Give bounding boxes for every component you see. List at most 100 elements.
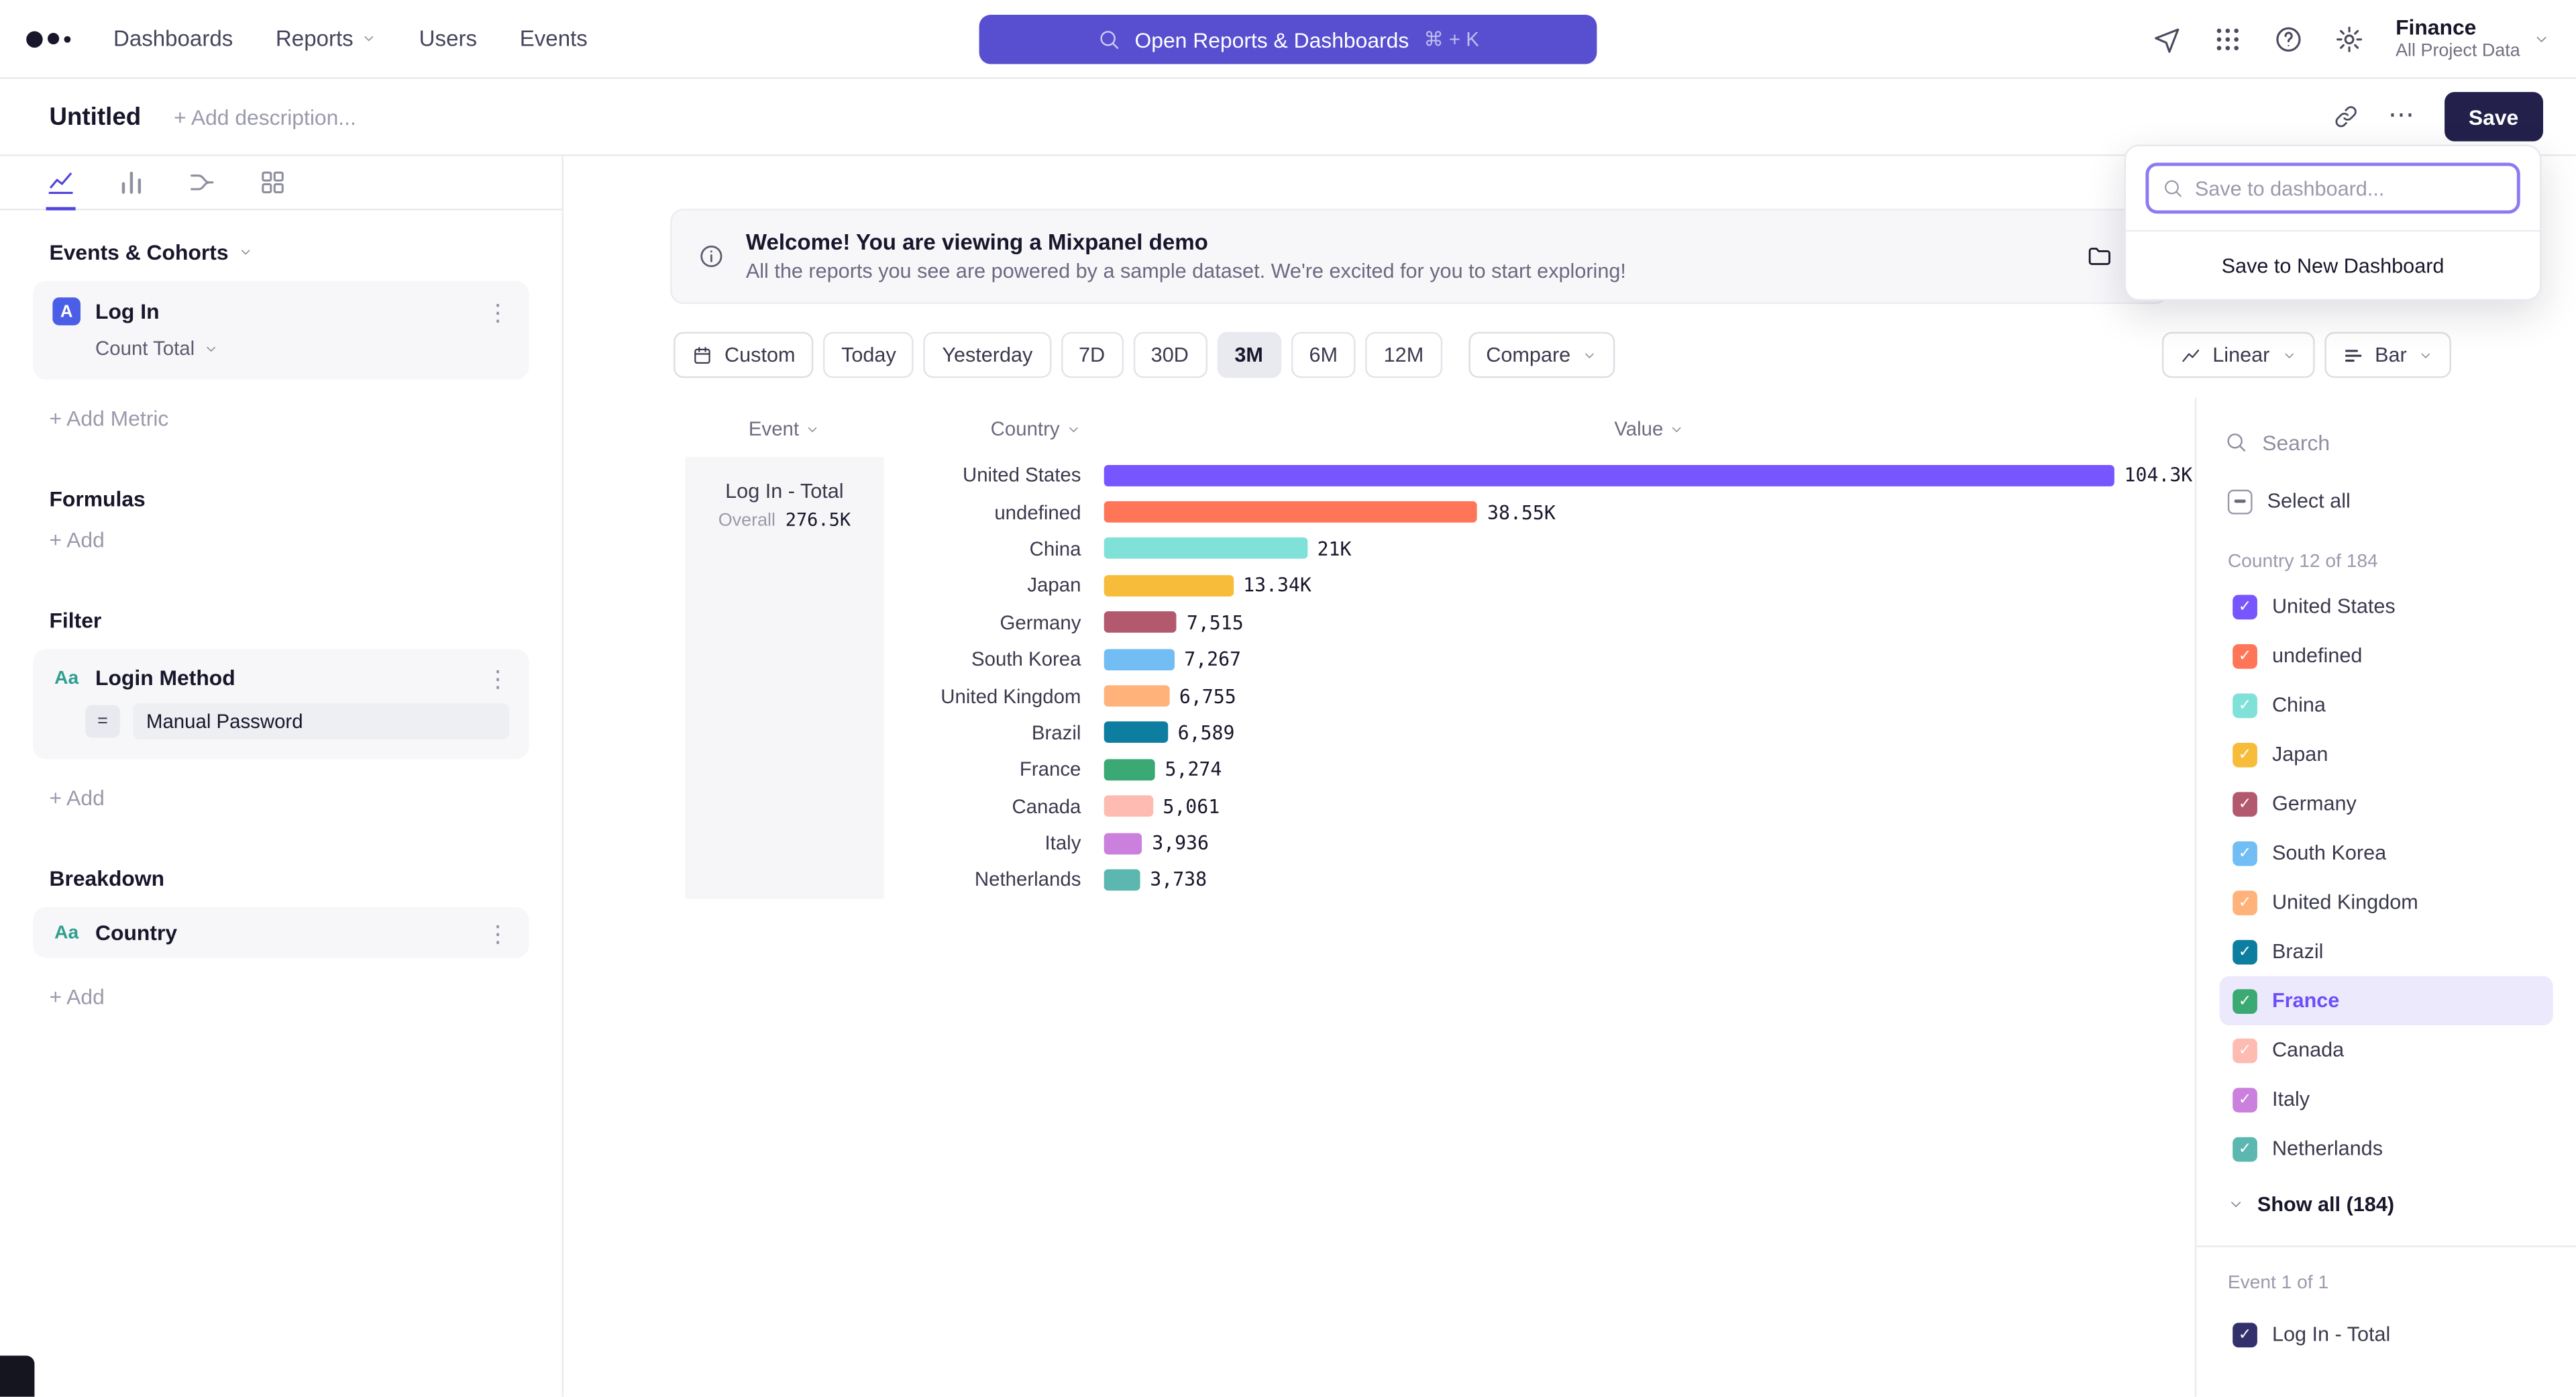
country-filter-item-canada[interactable]: ✓Canada	[2220, 1025, 2553, 1074]
checkbox-france[interactable]: ✓	[2233, 988, 2257, 1013]
data-in-icon[interactable]	[2153, 24, 2182, 54]
save-button[interactable]: Save	[2444, 92, 2543, 141]
bar-undefined[interactable]	[1104, 501, 1478, 523]
range-button-today[interactable]: Today	[823, 332, 914, 378]
apps-grid-icon[interactable]	[2213, 24, 2243, 54]
checkbox-canada[interactable]: ✓	[2233, 1038, 2257, 1063]
bar-netherlands[interactable]	[1104, 869, 1140, 890]
metric-event-name[interactable]: Log In	[95, 299, 160, 324]
column-header-country[interactable]: Country	[884, 417, 1081, 440]
event-item-checkbox[interactable]: ✓	[2233, 1322, 2257, 1347]
bar-italy[interactable]	[1104, 833, 1142, 854]
country-filter-item-china[interactable]: ✓China	[2220, 680, 2553, 729]
country-filter-item-undefined[interactable]: ✓undefined	[2220, 631, 2553, 680]
retention-grid-icon[interactable]	[258, 156, 287, 211]
kebab-menu-icon[interactable]: ⋮	[486, 666, 509, 689]
country-filter-item-italy[interactable]: ✓Italy	[2220, 1075, 2553, 1124]
range-button-7d[interactable]: 7D	[1061, 332, 1123, 378]
custom-date-range-button[interactable]: Custom	[674, 332, 813, 378]
filter-value-field[interactable]: Manual Password	[133, 703, 509, 739]
range-button-3m[interactable]: 3M	[1216, 332, 1281, 378]
legend-search-input[interactable]: Search	[2220, 417, 2553, 466]
copy-link-icon[interactable]	[2332, 103, 2359, 130]
country-filter-item-france[interactable]: ✓France	[2220, 976, 2553, 1025]
checkbox-south-korea[interactable]: ✓	[2233, 841, 2257, 866]
add-breakdown-button[interactable]: + Add	[49, 984, 561, 1009]
events-cohorts-heading[interactable]: Events & Cohorts	[49, 240, 513, 265]
nav-item-dashboards[interactable]: Dashboards	[95, 15, 251, 62]
filter-operator[interactable]: =	[85, 705, 119, 738]
bar-france[interactable]	[1104, 759, 1155, 780]
nav-item-events[interactable]: Events	[502, 15, 606, 62]
checkbox-united-states[interactable]: ✓	[2233, 594, 2257, 619]
checkbox-brazil[interactable]: ✓	[2233, 939, 2257, 964]
country-filter-item-japan[interactable]: ✓Japan	[2220, 729, 2553, 778]
global-search-button[interactable]: Open Reports & Dashboards ⌘ + K	[979, 15, 1597, 64]
range-button-30d[interactable]: 30D	[1133, 332, 1207, 378]
add-filter-button[interactable]: + Add	[49, 786, 561, 811]
add-formula-button[interactable]: + Add	[49, 527, 561, 552]
select-all-checkbox[interactable]	[2228, 489, 2253, 514]
bar-united-states[interactable]	[1104, 464, 2114, 486]
filter-property-name[interactable]: Login Method	[95, 666, 235, 690]
compare-button[interactable]: Compare	[1468, 332, 1615, 378]
checkbox-china[interactable]: ✓	[2233, 692, 2257, 717]
bar-united-kingdom[interactable]	[1104, 685, 1169, 707]
checkbox-netherlands[interactable]: ✓	[2233, 1136, 2257, 1161]
range-button-6m[interactable]: 6M	[1291, 332, 1356, 378]
nav-item-reports[interactable]: Reports	[258, 15, 394, 62]
bar-south-korea[interactable]	[1104, 648, 1175, 670]
checkbox-germany[interactable]: ✓	[2233, 791, 2257, 816]
country-section-label: Country 12 of 184	[2228, 552, 2545, 572]
kebab-menu-icon[interactable]: ⋮	[486, 300, 509, 323]
bar-value-label: 38.55K	[1487, 501, 1556, 523]
country-filter-item-brazil[interactable]: ✓Brazil	[2220, 927, 2553, 976]
show-all-button[interactable]: Show all (184)	[2220, 1176, 2553, 1232]
bar-germany[interactable]	[1104, 612, 1177, 633]
metric-card[interactable]: A Log In ⋮ Count Total	[33, 281, 529, 380]
bar-canada[interactable]	[1104, 796, 1153, 817]
kebab-menu-icon[interactable]: ⋮	[486, 921, 509, 944]
breakdown-card[interactable]: Aa Country ⋮	[33, 907, 529, 958]
help-icon[interactable]	[2274, 24, 2304, 54]
select-all-row[interactable]: Select all	[2220, 476, 2553, 525]
report-main: Welcome! You are viewing a Mixpanel demo…	[564, 156, 2576, 1397]
flows-icon[interactable]	[187, 156, 217, 211]
checkbox-undefined[interactable]: ✓	[2233, 643, 2257, 668]
range-button-12m[interactable]: 12M	[1366, 332, 1442, 378]
help-chat-widget[interactable]	[0, 1355, 34, 1396]
settings-gear-icon[interactable]	[2334, 24, 2364, 54]
insights-chart-icon[interactable]	[46, 156, 76, 211]
country-filter-item-netherlands[interactable]: ✓Netherlands	[2220, 1124, 2553, 1173]
country-filter-item-germany[interactable]: ✓Germany	[2220, 779, 2553, 828]
nav-item-users[interactable]: Users	[401, 15, 495, 62]
breakdown-property-name[interactable]: Country	[95, 920, 177, 945]
column-header-event[interactable]: Event	[685, 417, 883, 440]
scale-selector[interactable]: Linear	[2161, 332, 2314, 378]
event-legend-item[interactable]: ✓ Log In - Total	[2220, 1310, 2553, 1359]
project-selector[interactable]: Finance All Project Data	[2396, 15, 2550, 62]
checkbox-italy[interactable]: ✓	[2233, 1087, 2257, 1112]
bar-japan[interactable]	[1104, 575, 1234, 597]
checkbox-japan[interactable]: ✓	[2233, 742, 2257, 767]
add-metric-button[interactable]: + Add Metric	[49, 406, 561, 431]
bar-chart-icon[interactable]	[117, 156, 146, 211]
country-filter-item-south-korea[interactable]: ✓South Korea	[2220, 828, 2553, 877]
more-options-icon[interactable]: ⋯	[2388, 103, 2414, 130]
country-filter-item-united-kingdom[interactable]: ✓United Kingdom	[2220, 878, 2553, 927]
aggregation-selector[interactable]: Count Total	[95, 337, 509, 360]
save-to-new-dashboard-item[interactable]: Save to New Dashboard	[2126, 230, 2540, 299]
country-filter-item-united-states[interactable]: ✓United States	[2220, 582, 2553, 631]
add-description-field[interactable]: + Add description...	[174, 105, 356, 130]
column-header-value[interactable]: Value	[1081, 417, 2194, 440]
mixpanel-logo[interactable]	[26, 30, 75, 46]
bar-area: 5,061	[1081, 795, 2194, 818]
checkbox-united-kingdom[interactable]: ✓	[2233, 890, 2257, 915]
bar-china[interactable]	[1104, 538, 1307, 560]
filter-card[interactable]: Aa Login Method ⋮ = Manual Password	[33, 649, 529, 759]
report-title[interactable]: Untitled	[49, 103, 141, 131]
chart-type-selector[interactable]: Bar	[2324, 332, 2451, 378]
range-button-yesterday[interactable]: Yesterday	[924, 332, 1051, 378]
bar-brazil[interactable]	[1104, 722, 1168, 743]
save-to-dashboard-input[interactable]: Save to dashboard...	[2145, 162, 2520, 213]
